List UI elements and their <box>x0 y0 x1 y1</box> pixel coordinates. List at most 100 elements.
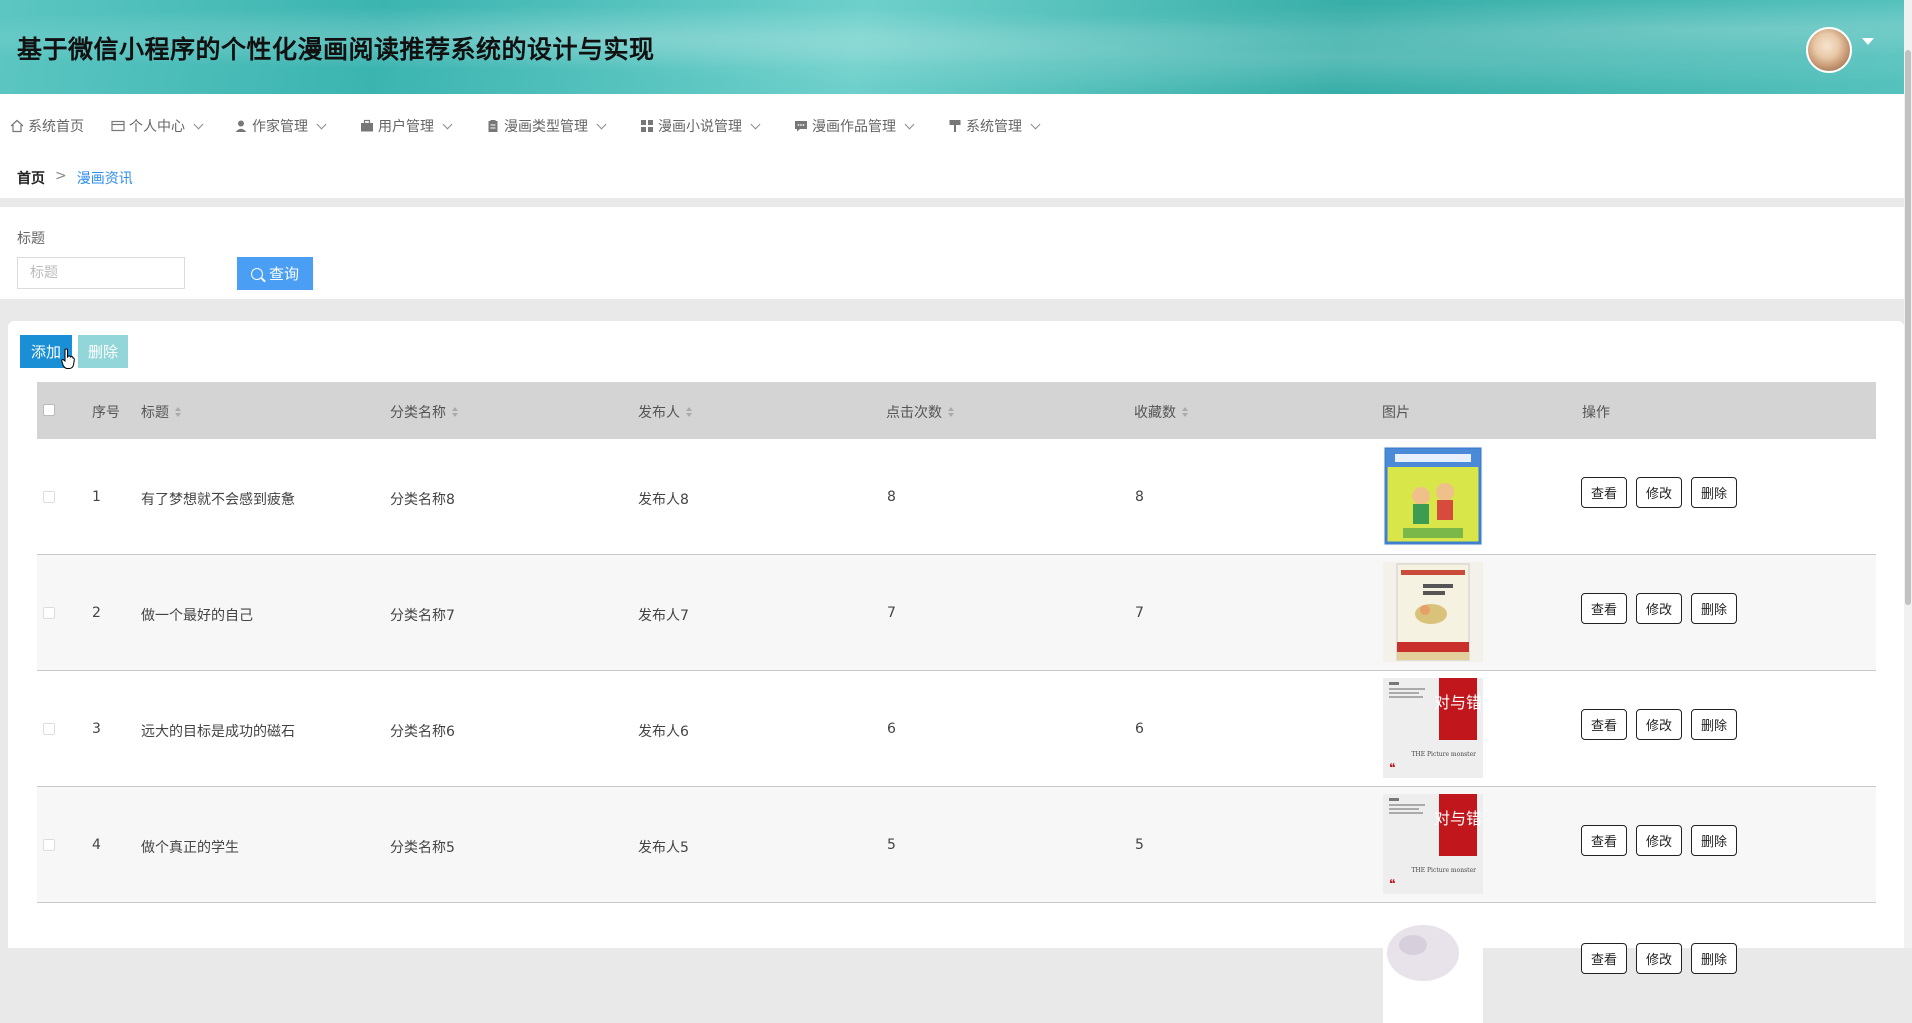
cell-index: 1 <box>92 489 101 505</box>
column-header-favorites[interactable]: 收藏数 <box>1134 402 1188 422</box>
column-header-title[interactable]: 标题 <box>141 402 181 422</box>
app-header: 基于微信小程序的个性化漫画阅读推荐系统的设计与实现 <box>0 0 1912 94</box>
nav-item-label: 系统管理 <box>966 119 1022 135</box>
app-title: 基于微信小程序的个性化漫画阅读推荐系统的设计与实现 <box>17 35 655 64</box>
hand-cursor-icon <box>61 348 75 369</box>
cover-text: 对与错 <box>1434 693 1482 712</box>
table-header: 序号 标题 分类名称 发布人 点击次数 收藏数 图片 操作 <box>37 382 1876 439</box>
column-header-clicks[interactable]: 点击次数 <box>886 402 954 422</box>
chevron-down-icon <box>1030 119 1041 129</box>
chevron-down-icon <box>193 119 204 129</box>
breadcrumb-home[interactable]: 首页 <box>17 168 45 188</box>
column-header-label: 收藏数 <box>1134 405 1176 421</box>
nav-item-comic-works[interactable]: 漫画作品管理 <box>794 116 915 136</box>
column-header-category[interactable]: 分类名称 <box>390 402 458 422</box>
briefcase-icon <box>360 119 374 133</box>
cell-title: 远大的目标是成功的磁石 <box>141 724 295 740</box>
column-header-label: 序号 <box>92 405 120 421</box>
cell-category: 分类名称5 <box>390 840 455 856</box>
view-button[interactable]: 查看 <box>1581 477 1628 508</box>
row-checkbox[interactable] <box>43 607 55 619</box>
table-row: 2 做一个最好的自己 分类名称7 发布人7 7 7 查看 修改 删除 <box>37 555 1876 671</box>
column-header-label: 图片 <box>1382 405 1410 421</box>
nav-item-comic-novels[interactable]: 漫画小说管理 <box>640 116 761 136</box>
chevron-down-icon <box>596 119 607 129</box>
row-checkbox[interactable] <box>43 839 55 851</box>
cell-publisher: 发布人8 <box>638 492 689 508</box>
sort-icon[interactable] <box>1182 407 1188 417</box>
delete-button[interactable]: 删除 <box>1691 825 1738 856</box>
nav-item-authors[interactable]: 作家管理 <box>234 116 327 136</box>
search-label: 标题 <box>17 231 45 247</box>
search-button[interactable]: 查询 <box>237 257 313 290</box>
cell-publisher: 发布人5 <box>638 840 689 856</box>
cover-subtext: THE Picture monster <box>1411 751 1476 758</box>
cover-text: 对与错 <box>1434 809 1482 828</box>
column-header-publisher[interactable]: 发布人 <box>638 402 692 422</box>
row-checkbox[interactable] <box>43 491 55 503</box>
cover-image <box>1383 562 1483 662</box>
breadcrumb: 首页 > 漫画资讯 <box>17 168 133 188</box>
nav-item-comic-types[interactable]: 漫画类型管理 <box>486 116 607 136</box>
delete-button[interactable]: 删除 <box>1691 709 1738 740</box>
select-all-checkbox[interactable] <box>43 404 55 416</box>
edit-button[interactable]: 修改 <box>1636 825 1683 856</box>
nav-item-label: 用户管理 <box>378 119 434 135</box>
nav-item-label: 漫画小说管理 <box>658 119 742 135</box>
search-panel: 标题 查询 <box>0 207 1912 299</box>
cell-publisher: 发布人6 <box>638 724 689 740</box>
sort-icon[interactable] <box>686 407 692 417</box>
title-search-input[interactable] <box>17 257 185 289</box>
home-icon <box>10 119 24 133</box>
chevron-down-icon <box>316 119 327 129</box>
breadcrumb-bar: 首页 > 漫画资讯 <box>0 158 1912 198</box>
column-header-label: 发布人 <box>638 405 680 421</box>
sort-icon[interactable] <box>175 407 181 417</box>
chevron-down-icon <box>904 119 915 129</box>
edit-button[interactable]: 修改 <box>1636 709 1683 740</box>
view-button[interactable]: 查看 <box>1581 709 1628 740</box>
view-button[interactable]: 查看 <box>1581 593 1628 624</box>
cell-publisher: 发布人7 <box>638 608 689 624</box>
cover-image <box>1383 923 1483 1023</box>
delete-button[interactable]: 删除 <box>1691 477 1738 508</box>
nav-item-users[interactable]: 用户管理 <box>360 116 453 136</box>
sort-icon[interactable] <box>948 407 954 417</box>
table-row: 1 有了梦想就不会感到疲惫 分类名称8 发布人8 8 8 查看 修改 删除 <box>37 439 1876 555</box>
sort-icon[interactable] <box>452 407 458 417</box>
grid-icon <box>640 119 654 133</box>
nav-item-home[interactable]: 系统首页 <box>10 116 84 136</box>
cell-clicks: 6 <box>887 721 896 737</box>
chat-icon <box>794 119 808 133</box>
cell-index: 3 <box>92 721 101 737</box>
nav-item-label: 个人中心 <box>129 119 185 135</box>
column-header-image: 图片 <box>1382 402 1410 422</box>
cell-category: 分类名称6 <box>390 724 455 740</box>
bulk-delete-button[interactable]: 删除 <box>78 335 128 368</box>
top-nav: 系统首页 个人中心 作家管理 用户管理 漫画类型管理 漫画小说管理 漫画作品管理… <box>0 94 1912 158</box>
paint-roller-icon <box>948 119 962 133</box>
nav-item-label: 系统首页 <box>28 119 84 135</box>
chevron-down-icon[interactable] <box>1862 38 1874 45</box>
edit-button[interactable]: 修改 <box>1636 593 1683 624</box>
nav-item-label: 漫画作品管理 <box>812 119 896 135</box>
scrollbar-thumb[interactable] <box>1905 50 1911 605</box>
cell-clicks: 7 <box>887 605 896 621</box>
cell-favorites: 7 <box>1135 605 1144 621</box>
nav-item-system[interactable]: 系统管理 <box>948 116 1041 136</box>
table-row: 3 远大的目标是成功的磁石 分类名称6 发布人6 6 6 对与错 THE Pic… <box>37 671 1876 787</box>
clipboard-icon <box>486 119 500 133</box>
breadcrumb-separator: > <box>55 168 67 184</box>
cell-title: 做一个最好的自己 <box>141 608 253 624</box>
search-button-label: 查询 <box>268 265 299 283</box>
delete-button[interactable]: 删除 <box>1691 593 1738 624</box>
view-button[interactable]: 查看 <box>1581 825 1628 856</box>
nav-item-profile[interactable]: 个人中心 <box>111 116 204 136</box>
nav-item-label: 作家管理 <box>252 119 308 135</box>
avatar[interactable] <box>1806 27 1852 73</box>
edit-button[interactable]: 修改 <box>1636 477 1683 508</box>
cell-favorites: 5 <box>1135 837 1144 853</box>
row-checkbox[interactable] <box>43 723 55 735</box>
chevron-down-icon <box>750 119 761 129</box>
column-header-index: 序号 <box>92 402 120 422</box>
